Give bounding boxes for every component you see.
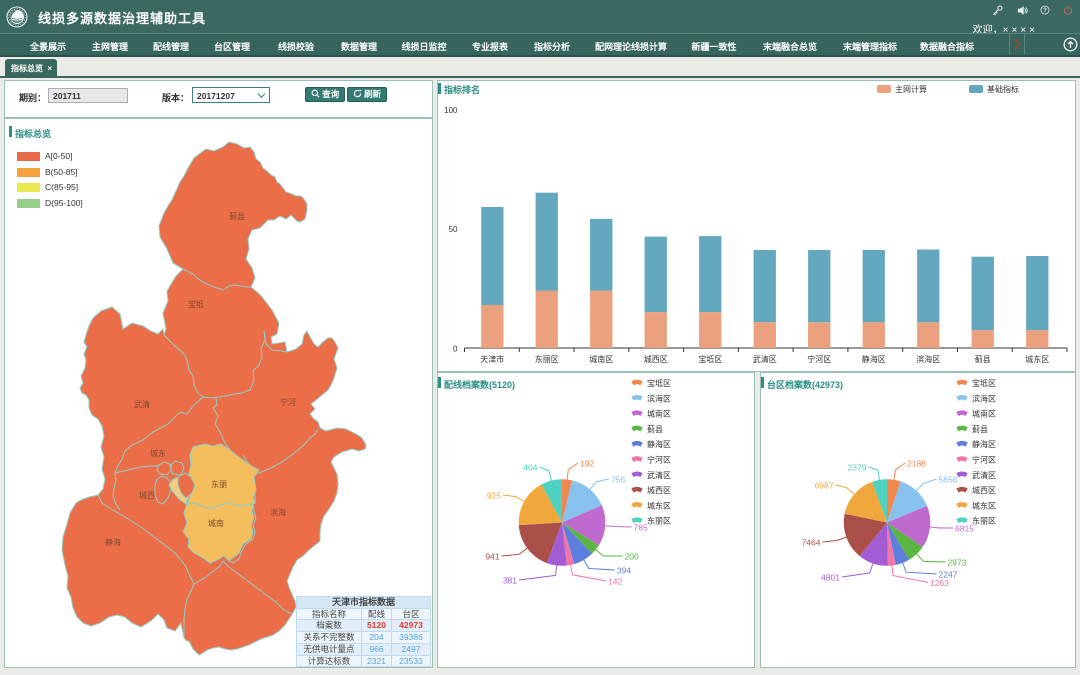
svg-text:925: 925 — [487, 491, 501, 501]
svg-text:2973: 2973 — [948, 558, 967, 568]
svg-text:4801: 4801 — [821, 573, 840, 583]
svg-text:蓟县: 蓟县 — [975, 354, 991, 364]
svg-text:394: 394 — [617, 566, 631, 576]
svg-text:2188: 2188 — [907, 459, 926, 469]
svg-text:城西区: 城西区 — [647, 486, 671, 495]
svg-text:静海区: 静海区 — [972, 439, 996, 449]
svg-text:静海: 静海 — [105, 537, 121, 547]
svg-text:城南区: 城南区 — [972, 409, 996, 419]
svg-text:381: 381 — [503, 576, 517, 586]
svg-text:静海区: 静海区 — [647, 439, 671, 449]
svg-text:100: 100 — [444, 106, 458, 115]
svg-text:城西区: 城西区 — [972, 486, 996, 495]
svg-text:200: 200 — [625, 552, 639, 562]
svg-text:滨海区: 滨海区 — [916, 354, 940, 364]
svg-text:0: 0 — [453, 345, 458, 354]
svg-text:宁河区: 宁河区 — [972, 455, 996, 465]
svg-text:6987: 6987 — [815, 481, 834, 491]
svg-text:5856: 5856 — [939, 475, 958, 485]
svg-text:滨海: 滨海 — [270, 507, 286, 517]
svg-text:武清区: 武清区 — [647, 470, 671, 480]
svg-text:天津市: 天津市 — [480, 354, 504, 364]
svg-text:756: 756 — [611, 475, 625, 485]
svg-text:东丽区: 东丽区 — [972, 516, 996, 526]
svg-text:7464: 7464 — [802, 538, 821, 548]
svg-text:武清: 武清 — [134, 399, 150, 409]
svg-text:1263: 1263 — [930, 578, 949, 588]
svg-text:蓟县: 蓟县 — [972, 424, 988, 434]
svg-text:宝坻区: 宝坻区 — [647, 378, 671, 388]
svg-text:基础指标: 基础指标 — [987, 84, 1019, 94]
svg-text:宝坻: 宝坻 — [188, 299, 204, 309]
svg-text:宁河区: 宁河区 — [807, 354, 831, 364]
svg-text:城南: 城南 — [208, 518, 224, 528]
svg-text:城东区: 城东区 — [972, 500, 996, 510]
svg-text:50: 50 — [449, 225, 458, 234]
svg-text:东丽: 东丽 — [211, 479, 227, 489]
svg-text:785: 785 — [634, 523, 648, 533]
svg-text:宝坻区: 宝坻区 — [972, 378, 996, 388]
svg-text:404: 404 — [523, 463, 537, 473]
svg-text:蓟县: 蓟县 — [647, 424, 663, 434]
svg-text:城东区: 城东区 — [647, 500, 671, 510]
svg-text:宁河区: 宁河区 — [647, 455, 671, 465]
svg-text:城东区: 城东区 — [1025, 354, 1049, 364]
svg-text:滨海区: 滨海区 — [647, 393, 671, 403]
svg-text:142: 142 — [608, 577, 622, 587]
svg-text:武清区: 武清区 — [753, 354, 777, 364]
svg-text:蓟县: 蓟县 — [229, 211, 245, 221]
svg-text:主网计算: 主网计算 — [895, 84, 927, 94]
svg-text:宝坻区: 宝坻区 — [698, 354, 722, 364]
svg-text:武清区: 武清区 — [972, 470, 996, 480]
svg-text:城西: 城西 — [139, 491, 155, 500]
svg-text:城南区: 城南区 — [647, 409, 671, 419]
svg-text:2379: 2379 — [848, 463, 867, 473]
svg-text:192: 192 — [580, 459, 594, 469]
svg-text:?: ? — [1043, 7, 1047, 14]
svg-text:城东: 城东 — [150, 448, 166, 458]
svg-text:941: 941 — [485, 552, 499, 562]
svg-text:城南区: 城南区 — [589, 354, 613, 364]
svg-text:城西区: 城西区 — [644, 355, 668, 364]
svg-text:静海区: 静海区 — [862, 354, 886, 364]
svg-text:宁河: 宁河 — [280, 397, 296, 407]
svg-text:东丽区: 东丽区 — [535, 354, 559, 364]
svg-text:东丽区: 东丽区 — [647, 516, 671, 526]
svg-text:滨海区: 滨海区 — [972, 393, 996, 403]
